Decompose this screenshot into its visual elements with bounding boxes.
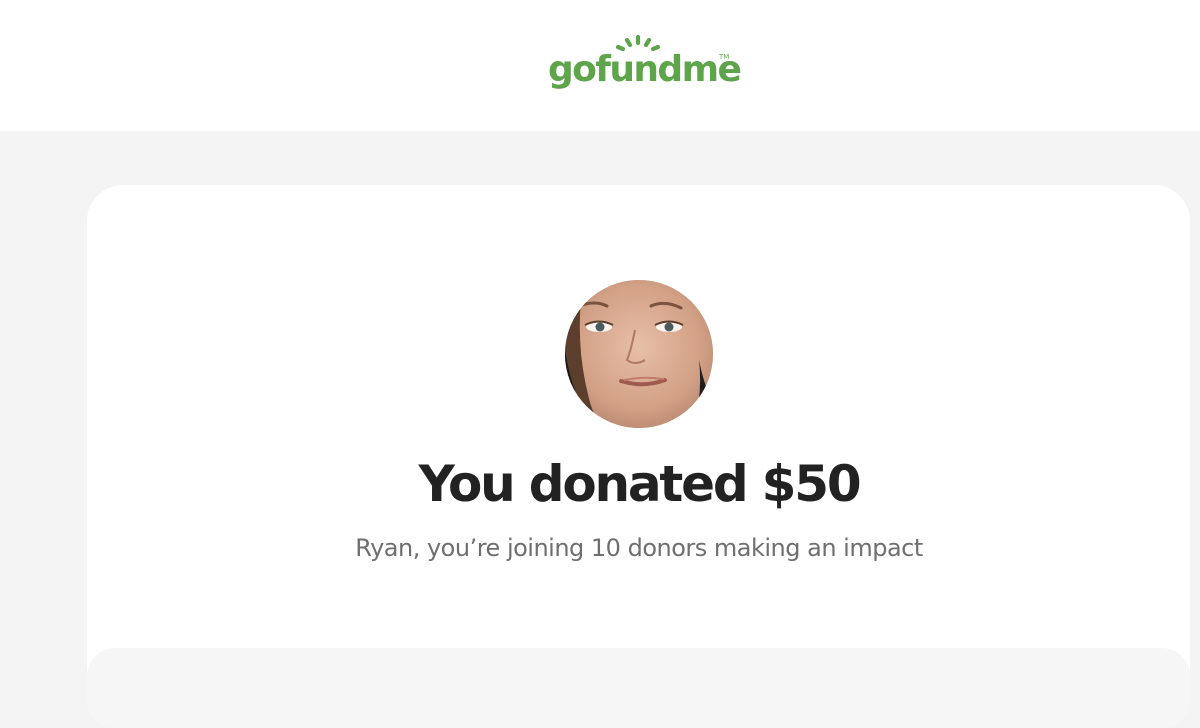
site-header: gofundme TM: [0, 0, 1200, 131]
avatar-portrait-image: [565, 280, 713, 428]
logo-wordmark: gofundme: [548, 49, 742, 90]
logo-trademark: TM: [719, 53, 730, 61]
donation-impact-message: Ryan, you’re joining 10 donors making an…: [355, 534, 923, 562]
gofundme-logo[interactable]: gofundme TM: [548, 34, 742, 96]
donation-amount-heading: You donated $50: [418, 455, 862, 513]
next-section-card: [87, 648, 1190, 728]
avatar: [565, 280, 713, 428]
